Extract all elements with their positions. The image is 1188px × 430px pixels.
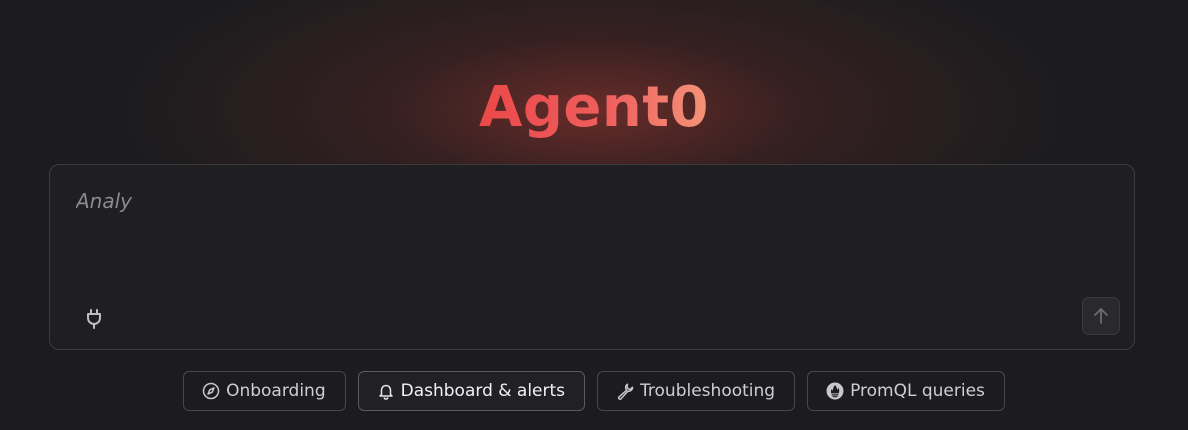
app-title: Agent0 <box>478 75 709 140</box>
suggestion-label: Dashboard & alerts <box>400 381 566 401</box>
suggestion-label: PromQL queries <box>850 381 985 401</box>
page-title: Agent0 <box>0 74 1188 142</box>
compass-icon <box>202 382 220 400</box>
suggestion-onboarding[interactable]: Onboarding <box>183 371 346 411</box>
attach-button[interactable] <box>80 305 108 333</box>
suggestion-chips: Onboarding Dashboard & alerts Troublesho… <box>0 371 1188 411</box>
suggestion-promql-queries[interactable]: PromQL queries <box>807 371 1005 411</box>
send-button[interactable] <box>1082 297 1120 335</box>
suggestion-label: Troubleshooting <box>640 381 776 401</box>
suggestion-troubleshooting[interactable]: Troubleshooting <box>597 371 796 411</box>
prompt-input[interactable] <box>76 185 1076 285</box>
wrench-icon <box>616 382 634 400</box>
suggestion-dashboard-alerts[interactable]: Dashboard & alerts <box>357 371 586 411</box>
bell-icon <box>377 382 395 400</box>
plug-icon <box>87 309 101 329</box>
prompt-composer <box>49 164 1135 350</box>
arrow-up-icon <box>1094 308 1108 324</box>
prometheus-icon <box>826 382 844 400</box>
suggestion-label: Onboarding <box>226 381 326 401</box>
